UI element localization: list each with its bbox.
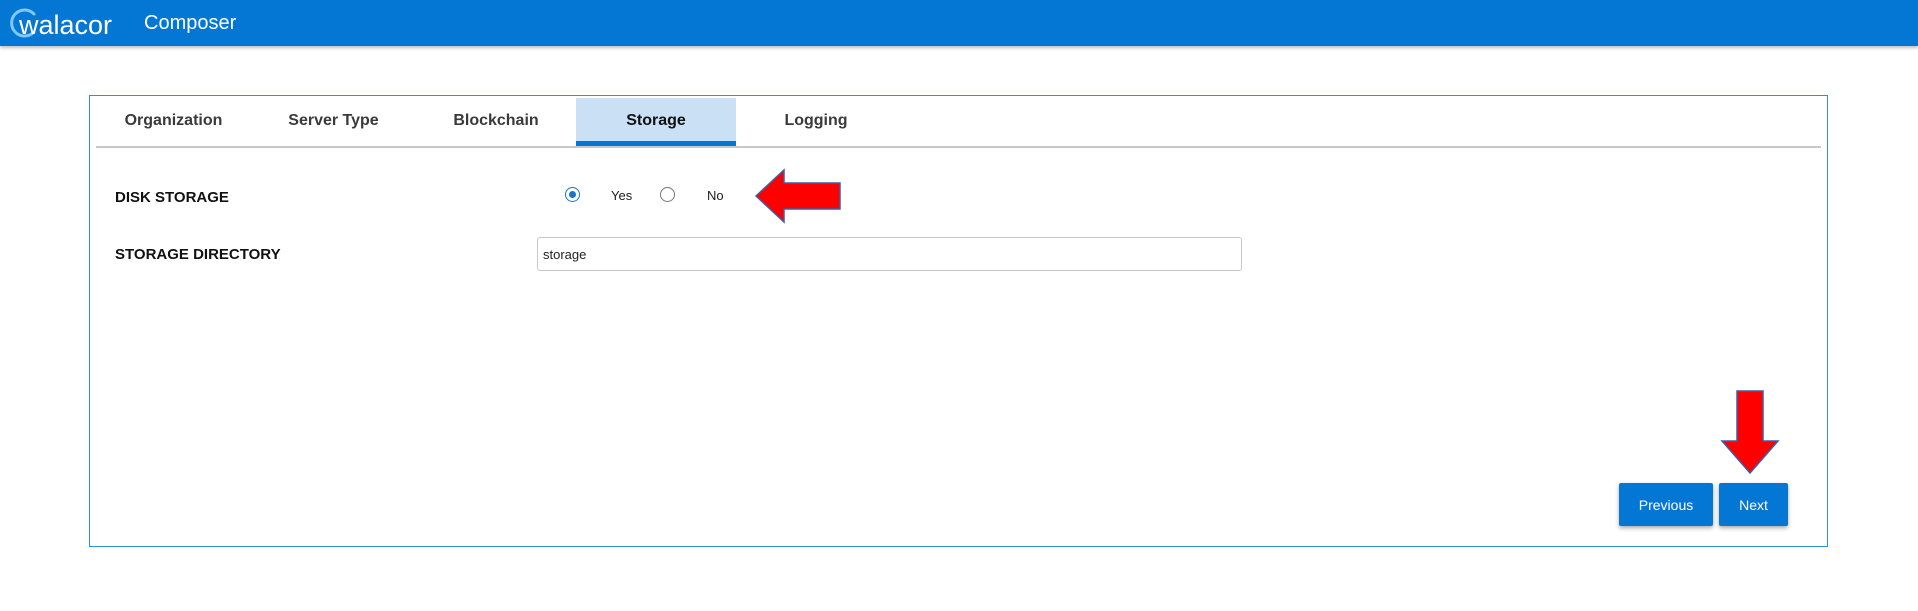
- disk-storage-no-label[interactable]: No: [707, 188, 724, 203]
- storage-directory-input[interactable]: [537, 237, 1242, 271]
- tab-blockchain[interactable]: Blockchain: [416, 98, 576, 146]
- disk-storage-no-radio[interactable]: [660, 187, 675, 202]
- previous-button[interactable]: Previous: [1619, 483, 1713, 526]
- left-arrow-icon: [754, 168, 841, 224]
- tab-storage[interactable]: Storage: [576, 98, 736, 146]
- disk-storage-yes-radio[interactable]: [565, 187, 580, 202]
- tab-organization[interactable]: Organization: [96, 98, 251, 146]
- app-header: walacor Composer: [0, 0, 1918, 46]
- storage-directory-label: STORAGE DIRECTORY: [115, 246, 281, 263]
- next-button[interactable]: Next: [1719, 483, 1788, 526]
- logo-text: walacor: [19, 10, 113, 40]
- disk-storage-label: DISK STORAGE: [115, 189, 229, 206]
- tab-logging[interactable]: Logging: [736, 98, 896, 146]
- down-arrow-icon: [1720, 390, 1780, 475]
- tab-server-type[interactable]: Server Type: [251, 98, 416, 146]
- disk-storage-yes-label[interactable]: Yes: [611, 188, 632, 203]
- tab-bar: Organization Server Type Blockchain Stor…: [96, 98, 1821, 148]
- configuration-panel: Organization Server Type Blockchain Stor…: [89, 95, 1828, 547]
- walacor-logo[interactable]: walacor: [8, 4, 123, 42]
- app-title: Composer: [144, 12, 237, 34]
